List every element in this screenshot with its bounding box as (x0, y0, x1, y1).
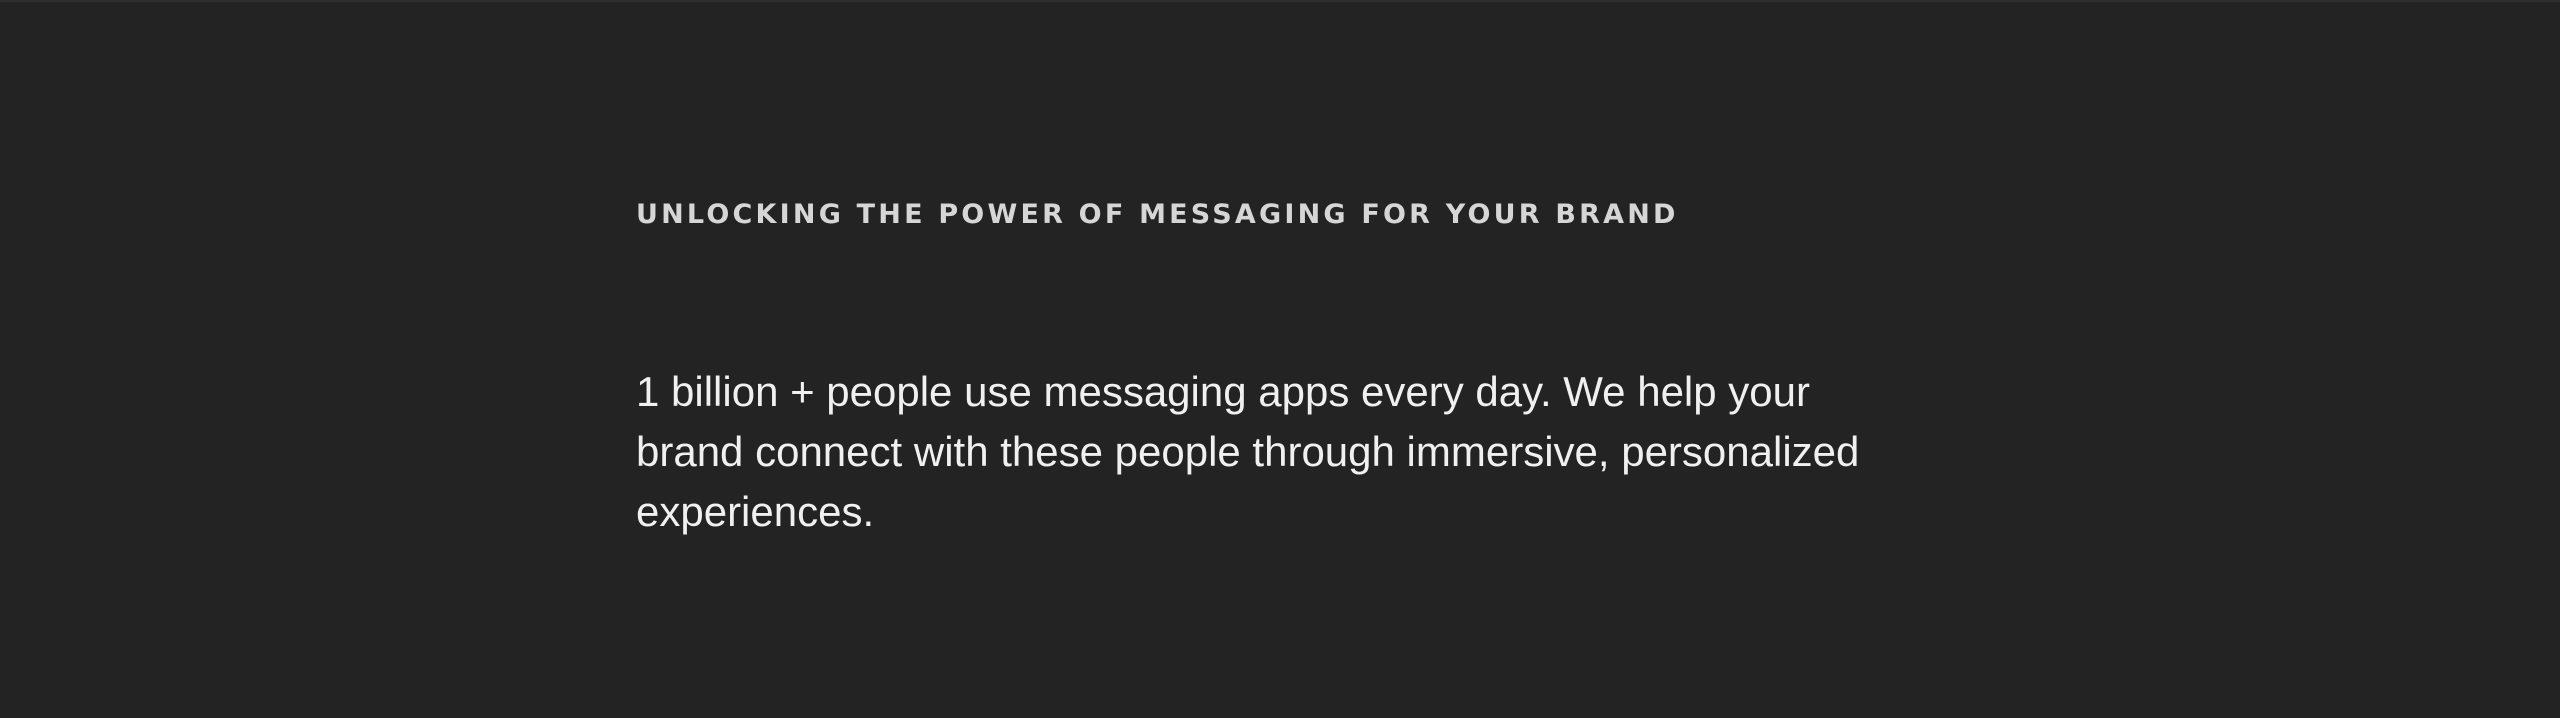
intro-paragraph: 1 billion + people use messaging apps ev… (636, 368, 1860, 535)
page: UNLOCKING THE POWER OF MESSAGING FOR YOU… (0, 0, 2560, 718)
section-eyebrow-heading: UNLOCKING THE POWER OF MESSAGING FOR YOU… (636, 199, 1679, 230)
